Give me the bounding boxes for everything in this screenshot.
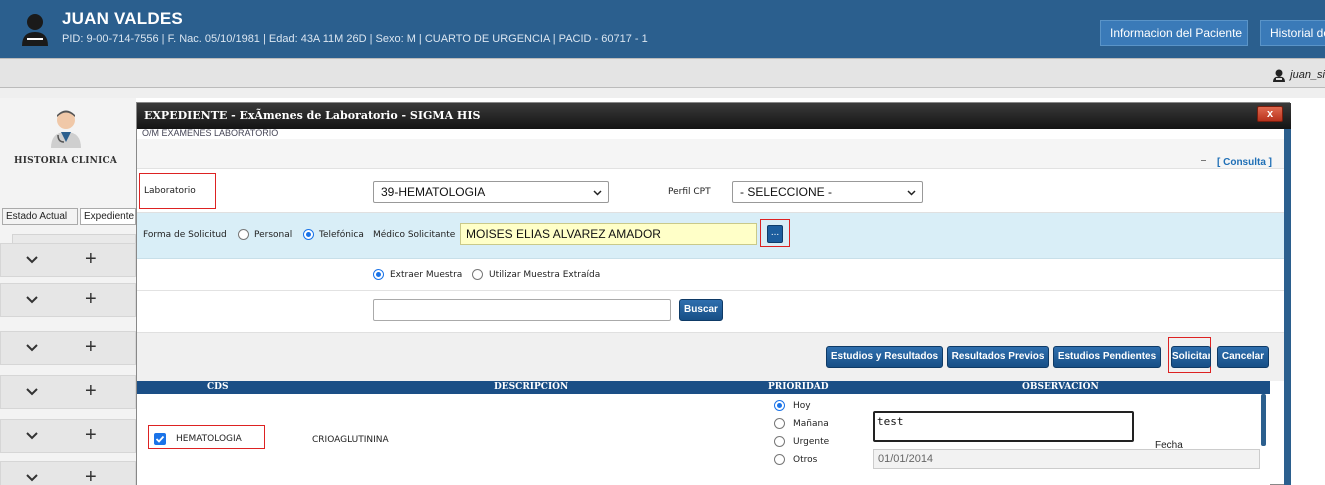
resultados-previos-button[interactable]: Resultados Previos: [947, 346, 1049, 368]
chevron-down-icon[interactable]: [25, 340, 39, 354]
column-header-prioridad: PRIORIDAD: [768, 382, 829, 392]
historia-clinica-title: HISTORIA CLINICA: [14, 156, 118, 166]
lab-exams-dialog: EXPEDIENTE - ExÃ­menes de Laboratorio - …: [136, 102, 1291, 485]
plus-icon[interactable]: +: [85, 423, 97, 447]
list-item[interactable]: +: [0, 419, 136, 453]
column-header-cds: CDS: [207, 382, 229, 392]
consulta-link[interactable]: [ Consulta ]: [1217, 157, 1272, 168]
medico-solicitante-label: Médico Solicitante: [373, 230, 456, 240]
solicitar-button[interactable]: Solicitar: [1171, 346, 1211, 368]
doctor-icon: [51, 110, 81, 148]
fecha-input[interactable]: 01/01/2014: [873, 449, 1260, 469]
prioridad-manana-label: Mañana: [793, 419, 829, 429]
observacion-textarea[interactable]: test: [873, 411, 1134, 442]
patient-history-button[interactable]: Historial de: [1260, 20, 1325, 46]
dropdown-arrow-icon: [907, 190, 916, 196]
forma-solicitud-label: Forma de Solicitud: [143, 230, 227, 240]
plus-icon[interactable]: +: [85, 335, 97, 359]
cds-cell: HEMATOLOGIA: [176, 434, 242, 444]
user-avatar-icon: [22, 14, 48, 46]
cancelar-button[interactable]: Cancelar: [1217, 346, 1269, 368]
radio-prioridad-manana[interactable]: [774, 418, 785, 429]
radio-personal[interactable]: [238, 229, 249, 240]
estudios-pendientes-button[interactable]: Estudios Pendientes: [1053, 346, 1161, 368]
close-icon[interactable]: x: [1257, 106, 1283, 122]
patient-name: JUAN VALDES: [62, 9, 183, 28]
radio-telefonica[interactable]: [303, 229, 314, 240]
table-header: CDS DESCRIPCIÓN PRIORIDAD OBSERVACIÓN: [137, 381, 1270, 394]
actions-row: Estudios y Resultados Resultados Previos…: [137, 333, 1284, 381]
exam-search-input[interactable]: [373, 299, 671, 321]
plus-icon[interactable]: +: [85, 247, 97, 271]
patient-info-button[interactable]: Informacion del Paciente: [1100, 20, 1248, 46]
dialog-titlebar: EXPEDIENTE - ExÃ­menes de Laboratorio - …: [137, 103, 1291, 129]
radio-utilizar-label: Utilizar Muestra Extraída: [489, 270, 601, 280]
app-root: JUAN VALDES PID: 9-00-714-7556 | F. Nac.…: [0, 0, 1325, 485]
dialog-subtitle: O/M EXAMENES LABORATORIO: [142, 128, 279, 138]
medico-solicitante-field[interactable]: MOISES ELIAS ALVAREZ AMADOR: [460, 223, 757, 245]
plus-icon[interactable]: +: [85, 379, 97, 403]
table-row: HEMATOLOGIA CRIOAGLUTININA Hoy Mañana Ur…: [137, 394, 1270, 485]
laboratorio-row: Laboratorio 39-HEMATOLOGIA Perfil CPT - …: [137, 169, 1284, 213]
buscar-button[interactable]: Buscar: [679, 299, 723, 321]
list-item[interactable]: +: [0, 283, 136, 317]
radio-prioridad-otros[interactable]: [774, 454, 785, 465]
list-item[interactable]: +: [0, 375, 136, 409]
prioridad-otros-label: Otros: [793, 455, 818, 465]
tab-expediente[interactable]: Expediente: [80, 208, 136, 225]
medico-lookup-button[interactable]: ...: [767, 225, 783, 243]
dropdown-arrow-icon: [593, 190, 602, 196]
prioridad-hoy-label: Hoy: [793, 401, 811, 411]
list-item[interactable]: +: [0, 331, 136, 365]
radio-utilizar-muestra[interactable]: [472, 269, 483, 280]
forma-solicitud-row: Forma de Solicitud Personal Telefónica M…: [137, 213, 1284, 259]
column-header-descripcion: DESCRIPCIÓN: [494, 382, 569, 392]
radio-extraer-label: Extraer Muestra: [390, 270, 463, 280]
divider: [1201, 160, 1206, 161]
radio-extraer-muestra[interactable]: [373, 269, 384, 280]
list-item[interactable]: +: [0, 243, 136, 277]
toolbar-strip: [0, 58, 1325, 88]
plus-icon[interactable]: +: [85, 287, 97, 311]
prioridad-urgente-label: Urgente: [793, 437, 830, 447]
perfil-cpt-value: - SELECCIONE -: [740, 185, 833, 199]
radio-prioridad-urgente[interactable]: [774, 436, 785, 447]
plus-icon[interactable]: +: [85, 465, 97, 485]
patient-info: PID: 9-00-714-7556 | F. Nac. 05/10/1981 …: [62, 33, 648, 45]
search-row: Buscar: [137, 291, 1284, 333]
list-item[interactable]: +: [0, 461, 136, 485]
laboratorio-select[interactable]: 39-HEMATOLOGIA: [373, 181, 609, 203]
table-scrollbar[interactable]: [1261, 394, 1266, 446]
perfil-cpt-label: Perfil CPT: [668, 187, 711, 197]
username: juan_si: [1290, 69, 1325, 81]
chevron-down-icon[interactable]: [25, 252, 39, 266]
user-badge-icon: [1273, 69, 1286, 82]
chevron-down-icon[interactable]: [25, 428, 39, 442]
chevron-down-icon[interactable]: [25, 384, 39, 398]
dialog-scrollbar[interactable]: [1284, 129, 1291, 485]
muestra-row: Extraer Muestra Utilizar Muestra Extraíd…: [137, 259, 1284, 291]
tab-estado-actual[interactable]: Estado Actual: [2, 208, 78, 225]
toolbar-gap: [0, 88, 1325, 98]
descripcion-cell: CRIOAGLUTININA: [312, 435, 389, 445]
user-box[interactable]: juan_si: [1272, 66, 1325, 84]
laboratorio-label: Laboratorio: [144, 186, 196, 196]
checkbox-checked-icon[interactable]: [154, 433, 166, 445]
dialog-title: EXPEDIENTE - ExÃ­menes de Laboratorio - …: [144, 109, 481, 122]
perfil-cpt-select[interactable]: - SELECCIONE -: [732, 181, 923, 203]
consulta-row: [ Consulta ]: [137, 139, 1284, 169]
estudios-resultados-button[interactable]: Estudios y Resultados: [826, 346, 943, 368]
chevron-down-icon[interactable]: [25, 470, 39, 484]
laboratorio-value: 39-HEMATOLOGIA: [381, 185, 486, 199]
radio-prioridad-hoy[interactable]: [774, 400, 785, 411]
radio-telefonica-label: Telefónica: [319, 230, 364, 240]
chevron-down-icon[interactable]: [25, 292, 39, 306]
dialog-content: [ Consulta ] Laboratorio 39-HEMATOLOGIA …: [137, 139, 1284, 485]
column-header-observacion: OBSERVACIÓN: [1022, 382, 1099, 392]
patient-header: JUAN VALDES PID: 9-00-714-7556 | F. Nac.…: [0, 0, 1325, 58]
radio-personal-label: Personal: [254, 230, 293, 240]
